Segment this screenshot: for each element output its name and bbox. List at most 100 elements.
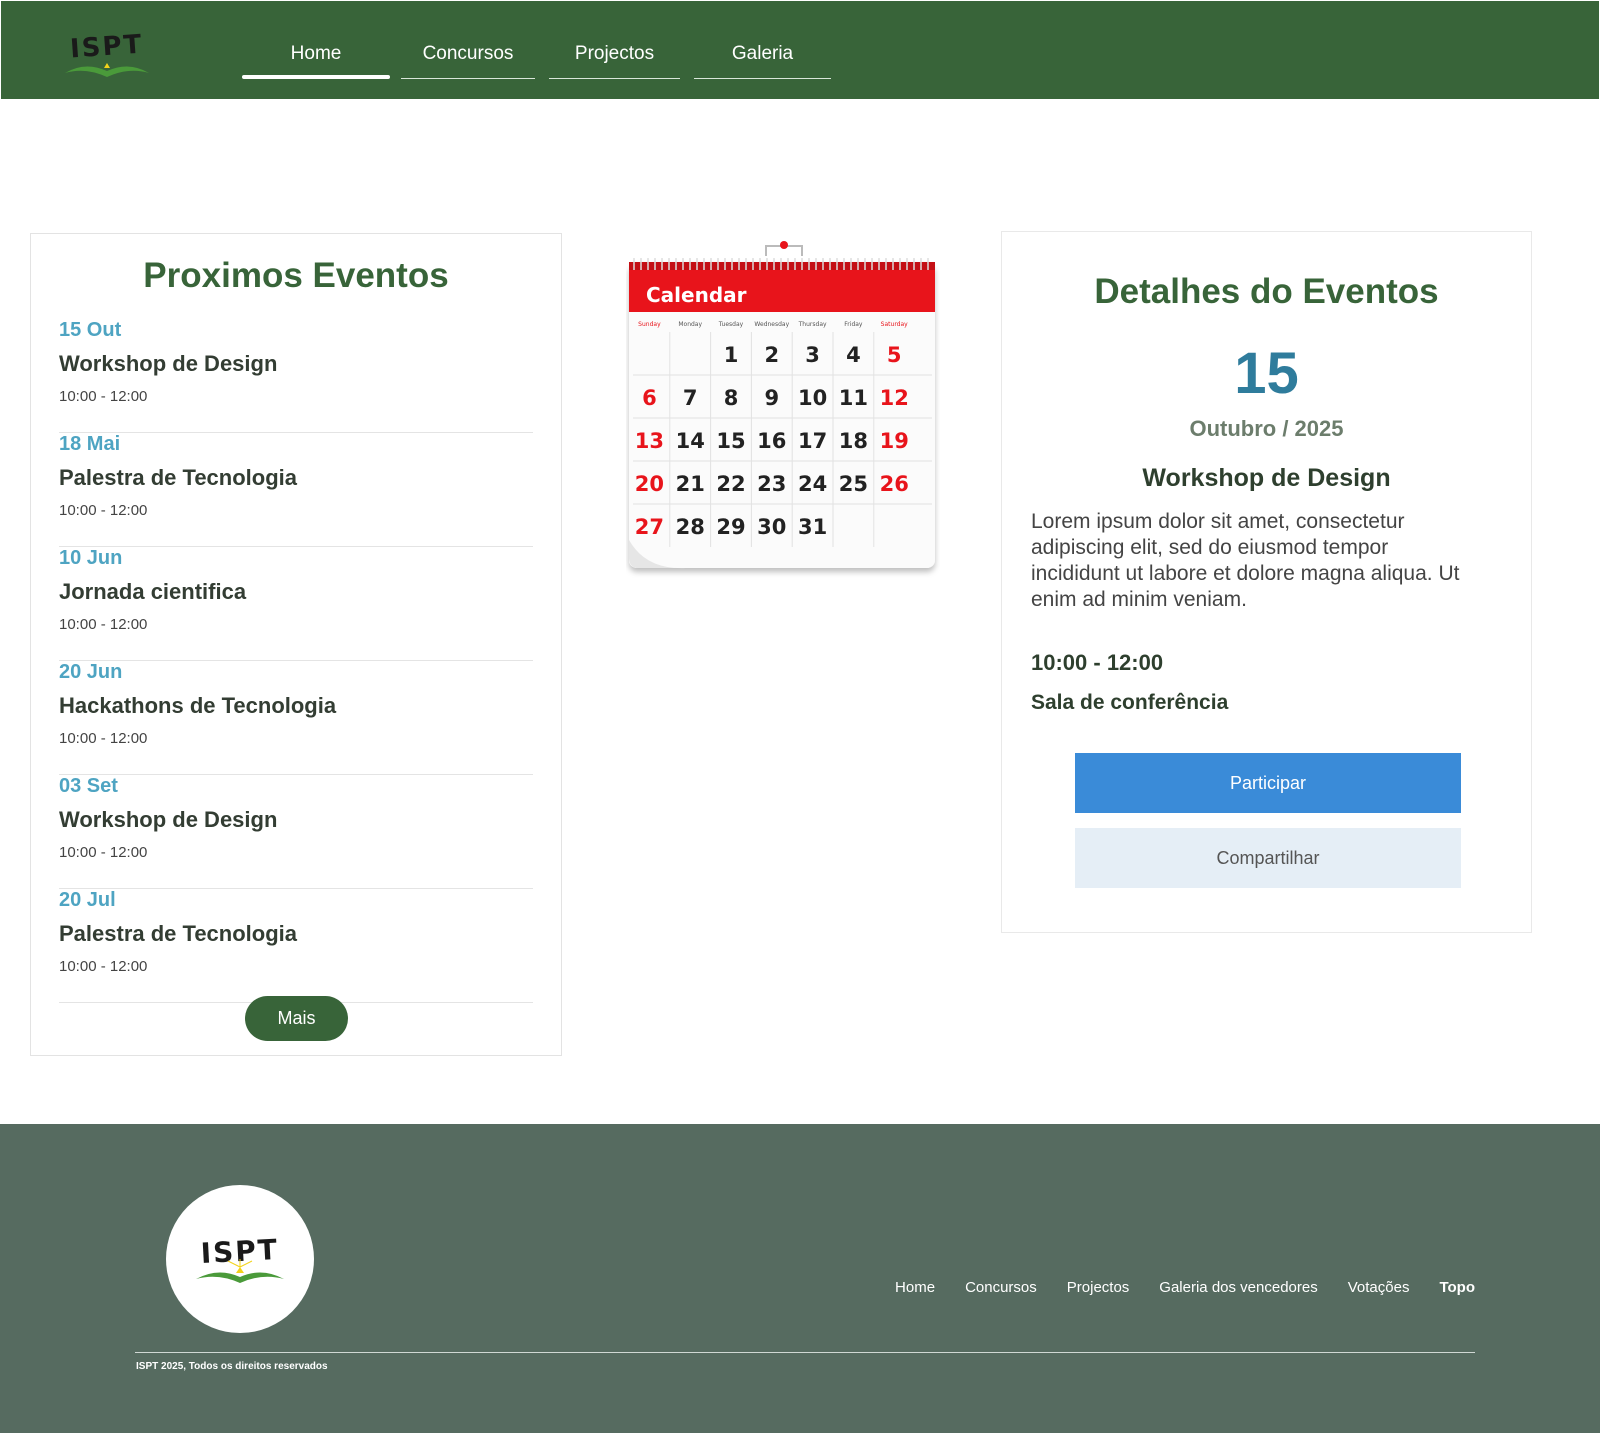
calendar-day: 19 bbox=[880, 429, 909, 453]
more-events-button[interactable]: Mais bbox=[245, 996, 348, 1041]
calendar-day: 28 bbox=[676, 515, 705, 539]
calendar-day: 15 bbox=[716, 429, 745, 453]
calendar-day: 27 bbox=[635, 515, 664, 539]
copyright-text: ISPT 2025, Todos os direitos reservados bbox=[136, 1361, 328, 1372]
calendar-day: 8 bbox=[724, 386, 739, 410]
event-date: 20 Jun bbox=[59, 661, 123, 683]
weekday-label: Monday bbox=[678, 321, 702, 328]
event-item[interactable]: 15 Out Workshop de Design 10:00 - 12:00 bbox=[59, 319, 533, 433]
nav-label: Galeria bbox=[731, 43, 794, 64]
nav-label: Home bbox=[290, 43, 342, 64]
footer: ISPT Home Concursos Projectos Galeria do… bbox=[0, 1124, 1600, 1433]
event-time: 10:00 - 12:00 bbox=[1031, 650, 1164, 675]
event-time: 10:00 - 12:00 bbox=[59, 502, 148, 519]
calendar-day: 21 bbox=[676, 472, 705, 496]
nav-underline bbox=[549, 78, 680, 79]
event-date: 15 Out bbox=[59, 319, 122, 341]
event-title: Hackathons de Tecnologia bbox=[59, 693, 337, 718]
calendar-illustration: Calendar Sunday Monday Tuesday Wednesday Thu… bbox=[629, 241, 935, 569]
footer-link-votacoes[interactable]: Votações bbox=[1348, 1279, 1410, 1296]
weekday-label: Saturday bbox=[881, 321, 908, 328]
calendar-day: 23 bbox=[757, 472, 786, 496]
calendar-day: 13 bbox=[635, 429, 664, 453]
weekday-label: Tuesday bbox=[718, 321, 744, 328]
nav-underline bbox=[401, 78, 535, 79]
footer-logo[interactable]: ISPT bbox=[166, 1185, 314, 1333]
event-description: Lorem ipsum dolor sit amet, consectetur … bbox=[1031, 510, 1460, 611]
event-date: 20 Jul bbox=[59, 889, 116, 911]
weekday-label: Thursday bbox=[798, 321, 827, 328]
event-item[interactable]: 03 Set Workshop de Design 10:00 - 12:00 bbox=[59, 775, 533, 889]
calendar-day: 2 bbox=[764, 343, 779, 367]
upcoming-events-panel: Proximos Eventos 15 Out Workshop de Desi… bbox=[30, 233, 562, 1056]
calendar-day: 9 bbox=[764, 386, 779, 410]
top-navbar: ISPT Home Concursos Projectos Galeria bbox=[1, 1, 1599, 99]
event-title: Jornada cientifica bbox=[59, 579, 247, 604]
footer-link-home[interactable]: Home bbox=[895, 1279, 935, 1296]
calendar-day: 26 bbox=[880, 472, 909, 496]
footer-divider bbox=[135, 1352, 1475, 1353]
svg-text:ISPT: ISPT bbox=[69, 29, 144, 64]
footer-link-galeria-vencedores[interactable]: Galeria dos vencedores bbox=[1159, 1279, 1317, 1296]
footer-link-projectos[interactable]: Projectos bbox=[1067, 1279, 1130, 1296]
calendar-day: 24 bbox=[798, 472, 827, 496]
calendar-day: 25 bbox=[839, 472, 868, 496]
weekday-label: Wednesday bbox=[754, 321, 789, 328]
event-item[interactable]: 10 Jun Jornada cientifica 10:00 - 12:00 bbox=[59, 547, 533, 661]
footer-link-topo[interactable]: Topo bbox=[1439, 1279, 1475, 1296]
weekday-label: Sunday bbox=[638, 321, 661, 328]
event-name: Workshop de Design bbox=[1142, 464, 1391, 492]
event-date: 10 Jun bbox=[59, 547, 123, 569]
event-location: Sala de conferência bbox=[1031, 691, 1229, 714]
event-item[interactable]: 20 Jul Palestra de Tecnologia 10:00 - 12… bbox=[59, 889, 533, 1003]
calendar-day: 12 bbox=[880, 386, 909, 410]
nav-label: Concursos bbox=[422, 43, 514, 64]
calendar-day: 29 bbox=[716, 515, 745, 539]
calendar-day: 4 bbox=[846, 343, 861, 367]
nav-projectos[interactable]: Projectos bbox=[549, 43, 680, 79]
ispt-logo: ISPT bbox=[196, 1233, 284, 1283]
events-title: Proximos Eventos bbox=[143, 256, 449, 295]
calendar-day: 5 bbox=[887, 343, 902, 367]
nav-galeria[interactable]: Galeria bbox=[694, 43, 831, 79]
calendar-day: 30 bbox=[757, 515, 786, 539]
event-time: 10:00 - 12:00 bbox=[59, 730, 148, 747]
calendar-day: 17 bbox=[798, 429, 827, 453]
event-title: Palestra de Tecnologia bbox=[59, 465, 298, 490]
calendar-day: 18 bbox=[839, 429, 868, 453]
event-date: 03 Set bbox=[59, 775, 118, 797]
nav-concursos[interactable]: Concursos bbox=[401, 43, 535, 79]
event-item[interactable]: 18 Mai Palestra de Tecnologia 10:00 - 12… bbox=[59, 433, 533, 547]
event-month-year: Outubro / 2025 bbox=[1189, 416, 1344, 441]
calendar-day: 22 bbox=[716, 472, 745, 496]
footer-link-concursos[interactable]: Concursos bbox=[965, 1279, 1037, 1296]
event-details-panel: Detalhes do Eventos 15 Outubro / 2025 Wo… bbox=[1001, 231, 1532, 933]
weekday-label: Friday bbox=[844, 321, 863, 328]
event-time: 10:00 - 12:00 bbox=[59, 844, 148, 861]
footer-nav: Home Concursos Projectos Galeria dos ven… bbox=[865, 1279, 1475, 1296]
participate-button[interactable]: Participar bbox=[1075, 753, 1461, 813]
share-button[interactable]: Compartilhar bbox=[1075, 828, 1461, 888]
calendar-day: 1 bbox=[724, 343, 739, 367]
calendar-day: 3 bbox=[805, 343, 820, 367]
calendar-day: 20 bbox=[635, 472, 664, 496]
event-title: Workshop de Design bbox=[59, 807, 278, 832]
nav-home[interactable]: Home bbox=[242, 43, 390, 79]
calendar-header: Calendar bbox=[646, 283, 747, 307]
nav-underline bbox=[694, 78, 831, 79]
calendar-day: 6 bbox=[642, 386, 657, 410]
calendar-day: 10 bbox=[798, 386, 827, 410]
ispt-logo[interactable]: ISPT bbox=[61, 21, 153, 81]
calendar-day: 7 bbox=[683, 386, 698, 410]
event-time: 10:00 - 12:00 bbox=[59, 388, 148, 405]
nav-label: Projectos bbox=[574, 43, 655, 64]
calendar-day: 11 bbox=[839, 386, 868, 410]
event-item[interactable]: 20 Jun Hackathons de Tecnologia 10:00 - … bbox=[59, 661, 533, 775]
nav-underline bbox=[242, 75, 390, 79]
event-time: 10:00 - 12:00 bbox=[59, 958, 148, 975]
calendar-day: 31 bbox=[798, 515, 827, 539]
event-day: 15 bbox=[1234, 341, 1299, 406]
event-date: 18 Mai bbox=[59, 433, 121, 455]
event-time: 10:00 - 12:00 bbox=[59, 616, 148, 633]
calendar-day: 14 bbox=[676, 429, 705, 453]
